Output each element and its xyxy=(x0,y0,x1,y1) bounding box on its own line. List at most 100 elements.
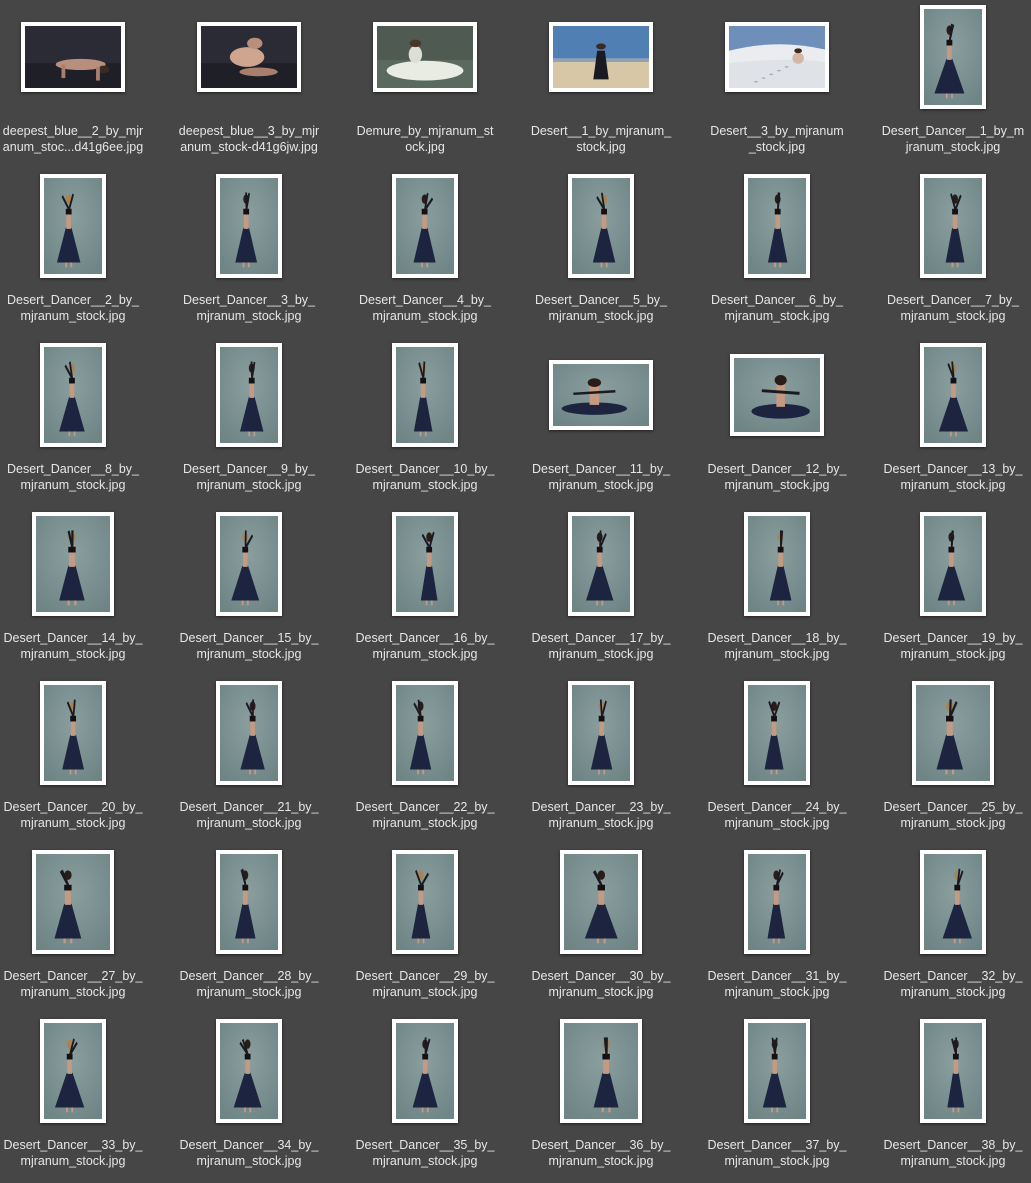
file-name-label[interactable]: Desert_Dancer__12_by_ mjranum_stock.jpg xyxy=(702,461,852,493)
file-thumbnail[interactable] xyxy=(730,354,824,436)
file-name-label[interactable]: Desert_Dancer__8_by_ mjranum_stock.jpg xyxy=(0,461,148,493)
file-thumbnail[interactable] xyxy=(392,343,458,447)
file-thumbnail[interactable] xyxy=(920,512,986,616)
file-item[interactable]: Desert_Dancer__3_by_ mjranum_stock.jpg xyxy=(174,169,324,338)
file-thumbnail[interactable] xyxy=(40,174,106,278)
file-thumbnail[interactable] xyxy=(216,1019,282,1123)
file-item[interactable]: Desert_Dancer__7_by_ mjranum_stock.jpg xyxy=(878,169,1028,338)
file-item[interactable]: Desert_Dancer__32_by_ mjranum_stock.jpg xyxy=(878,845,1028,1014)
file-name-label[interactable]: Desert_Dancer__13_by_ mjranum_stock.jpg xyxy=(878,461,1028,493)
file-thumbnail[interactable] xyxy=(392,850,458,954)
file-thumbnail[interactable] xyxy=(32,850,114,954)
file-thumbnail[interactable] xyxy=(549,360,653,430)
file-thumbnail[interactable] xyxy=(392,681,458,785)
file-name-label[interactable]: Desert_Dancer__20_by_ mjranum_stock.jpg xyxy=(0,799,148,831)
file-thumbnail[interactable] xyxy=(725,22,829,92)
file-item[interactable]: Desert_Dancer__28_by_ mjranum_stock.jpg xyxy=(174,845,324,1014)
file-item[interactable]: deepest_blue__2_by_mjr anum_stoc...d41g6e… xyxy=(0,0,148,169)
file-item[interactable]: Desert_Dancer__10_by_ mjranum_stock.jpg xyxy=(350,338,500,507)
file-name-label[interactable]: Desert_Dancer__3_by_ mjranum_stock.jpg xyxy=(174,292,324,324)
file-name-label[interactable]: Desert_Dancer__14_by_ mjranum_stock.jpg xyxy=(0,630,148,662)
file-name-label[interactable]: Desert_Dancer__38_by_ mjranum_stock.jpg xyxy=(878,1137,1028,1169)
file-name-label[interactable]: Desert_Dancer__16_by_ mjranum_stock.jpg xyxy=(350,630,500,662)
file-thumbnail[interactable] xyxy=(744,174,810,278)
file-thumbnail[interactable] xyxy=(568,512,634,616)
file-item[interactable]: Desert_Dancer__6_by_ mjranum_stock.jpg xyxy=(702,169,852,338)
file-name-label[interactable]: Desert_Dancer__17_by_ mjranum_stock.jpg xyxy=(526,630,676,662)
file-item[interactable]: Desert__3_by_mjranum _stock.jpg xyxy=(702,0,852,169)
file-thumbnail[interactable] xyxy=(560,1019,642,1123)
file-name-label[interactable]: Desert_Dancer__18_by_ mjranum_stock.jpg xyxy=(702,630,852,662)
file-item[interactable]: Desert_Dancer__15_by_ mjranum_stock.jpg xyxy=(174,507,324,676)
file-item[interactable]: Desert_Dancer__20_by_ mjranum_stock.jpg xyxy=(0,676,148,845)
file-name-label[interactable]: Desert_Dancer__2_by_ mjranum_stock.jpg xyxy=(0,292,148,324)
file-thumbnail[interactable] xyxy=(920,343,986,447)
file-item[interactable]: Desert_Dancer__24_by_ mjranum_stock.jpg xyxy=(702,676,852,845)
file-name-label[interactable]: Desert_Dancer__6_by_ mjranum_stock.jpg xyxy=(702,292,852,324)
file-thumbnail[interactable] xyxy=(744,681,810,785)
file-thumbnail[interactable] xyxy=(392,1019,458,1123)
file-thumbnail[interactable] xyxy=(40,1019,106,1123)
file-name-label[interactable]: Desert_Dancer__37_by_ mjranum_stock.jpg xyxy=(702,1137,852,1169)
file-item[interactable]: Desert_Dancer__25_by_ mjranum_stock.jpg xyxy=(878,676,1028,845)
file-item[interactable]: Desert_Dancer__8_by_ mjranum_stock.jpg xyxy=(0,338,148,507)
file-name-label[interactable]: Desert_Dancer__7_by_ mjranum_stock.jpg xyxy=(878,292,1028,324)
file-thumbnail[interactable] xyxy=(40,681,106,785)
file-item[interactable]: Desert_Dancer__12_by_ mjranum_stock.jpg xyxy=(702,338,852,507)
file-item[interactable]: Desert_Dancer__16_by_ mjranum_stock.jpg xyxy=(350,507,500,676)
file-item[interactable]: Desert_Dancer__29_by_ mjranum_stock.jpg xyxy=(350,845,500,1014)
file-name-label[interactable]: Desert__3_by_mjranum _stock.jpg xyxy=(702,123,852,155)
file-item[interactable]: Desert_Dancer__31_by_ mjranum_stock.jpg xyxy=(702,845,852,1014)
file-thumbnail[interactable] xyxy=(392,512,458,616)
file-item[interactable]: Desert_Dancer__2_by_ mjranum_stock.jpg xyxy=(0,169,148,338)
file-name-label[interactable]: Desert_Dancer__33_by_ mjranum_stock.jpg xyxy=(0,1137,148,1169)
file-item[interactable]: Desert_Dancer__34_by_ mjranum_stock.jpg xyxy=(174,1014,324,1183)
file-thumbnail[interactable] xyxy=(744,850,810,954)
file-item[interactable]: Desert_Dancer__33_by_ mjranum_stock.jpg xyxy=(0,1014,148,1183)
file-item[interactable]: Desert_Dancer__18_by_ mjranum_stock.jpg xyxy=(702,507,852,676)
file-item[interactable]: Desert_Dancer__13_by_ mjranum_stock.jpg xyxy=(878,338,1028,507)
file-name-label[interactable]: Desert_Dancer__27_by_ mjranum_stock.jpg xyxy=(0,968,148,1000)
file-item[interactable]: deepest_blue__3_by_mjr anum_stock-d41g6jw… xyxy=(174,0,324,169)
file-name-label[interactable]: Desert_Dancer__31_by_ mjranum_stock.jpg xyxy=(702,968,852,1000)
file-item[interactable]: Desert_Dancer__5_by_ mjranum_stock.jpg xyxy=(526,169,676,338)
file-item[interactable]: Desert_Dancer__9_by_ mjranum_stock.jpg xyxy=(174,338,324,507)
file-item[interactable]: Desert_Dancer__14_by_ mjranum_stock.jpg xyxy=(0,507,148,676)
file-name-label[interactable]: Desert_Dancer__30_by_ mjranum_stock.jpg xyxy=(526,968,676,1000)
file-name-label[interactable]: Desert_Dancer__10_by_ mjranum_stock.jpg xyxy=(350,461,500,493)
file-thumbnail[interactable] xyxy=(216,174,282,278)
file-thumbnail[interactable] xyxy=(560,850,642,954)
file-item[interactable]: Desert_Dancer__30_by_ mjranum_stock.jpg xyxy=(526,845,676,1014)
file-name-label[interactable]: Desert_Dancer__29_by_ mjranum_stock.jpg xyxy=(350,968,500,1000)
file-thumbnail[interactable] xyxy=(216,681,282,785)
file-thumbnail[interactable] xyxy=(920,5,986,109)
file-name-label[interactable]: Desert_Dancer__23_by_ mjranum_stock.jpg xyxy=(526,799,676,831)
file-item[interactable]: Desert_Dancer__27_by_ mjranum_stock.jpg xyxy=(0,845,148,1014)
file-name-label[interactable]: Desert_Dancer__22_by_ mjranum_stock.jpg xyxy=(350,799,500,831)
file-name-label[interactable]: Desert_Dancer__36_by_ mjranum_stock.jpg xyxy=(526,1137,676,1169)
file-name-label[interactable]: Demure_by_mjranum_st ock.jpg xyxy=(350,123,500,155)
file-name-label[interactable]: Desert_Dancer__1_by_m jranum_stock.jpg xyxy=(878,123,1028,155)
file-thumbnail[interactable] xyxy=(373,22,477,92)
file-item[interactable]: Desert_Dancer__21_by_ mjranum_stock.jpg xyxy=(174,676,324,845)
file-item[interactable]: Desert_Dancer__1_by_m jranum_stock.jpg xyxy=(878,0,1028,169)
file-name-label[interactable]: Desert_Dancer__25_by_ mjranum_stock.jpg xyxy=(878,799,1028,831)
file-thumbnail[interactable] xyxy=(21,22,125,92)
file-name-label[interactable]: Desert_Dancer__28_by_ mjranum_stock.jpg xyxy=(174,968,324,1000)
file-item[interactable]: Desert_Dancer__19_by_ mjranum_stock.jpg xyxy=(878,507,1028,676)
file-thumbnail[interactable] xyxy=(920,174,986,278)
file-name-label[interactable]: Desert__1_by_mjranum_ stock.jpg xyxy=(526,123,676,155)
file-item[interactable]: Desert_Dancer__11_by_ mjranum_stock.jpg xyxy=(526,338,676,507)
file-thumbnail[interactable] xyxy=(197,22,301,92)
file-thumbnail[interactable] xyxy=(920,850,986,954)
file-thumbnail[interactable] xyxy=(920,1019,986,1123)
file-name-label[interactable]: Desert_Dancer__24_by_ mjranum_stock.jpg xyxy=(702,799,852,831)
file-name-label[interactable]: Desert_Dancer__5_by_ mjranum_stock.jpg xyxy=(526,292,676,324)
file-name-label[interactable]: Desert_Dancer__11_by_ mjranum_stock.jpg xyxy=(526,461,676,493)
file-thumbnail[interactable] xyxy=(744,1019,810,1123)
file-thumbnail[interactable] xyxy=(40,343,106,447)
file-item[interactable]: Desert_Dancer__4_by_ mjranum_stock.jpg xyxy=(350,169,500,338)
file-item[interactable]: Desert_Dancer__37_by_ mjranum_stock.jpg xyxy=(702,1014,852,1183)
file-thumbnail[interactable] xyxy=(744,512,810,616)
file-item[interactable]: Desert_Dancer__22_by_ mjranum_stock.jpg xyxy=(350,676,500,845)
